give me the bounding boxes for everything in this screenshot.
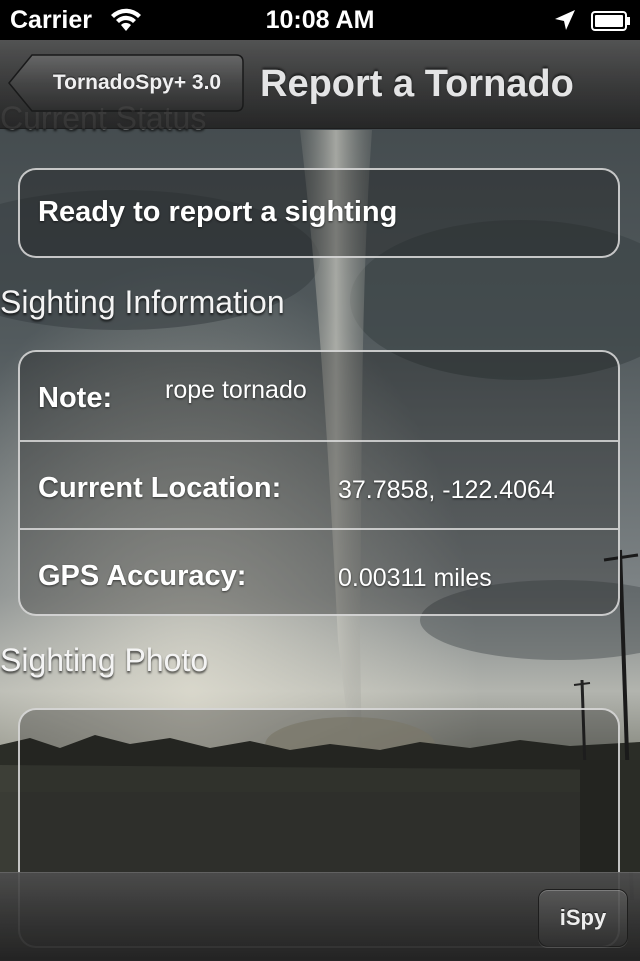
status-bar: Carrier 10:08 AM — [0, 0, 640, 40]
note-field[interactable]: rope tornado — [165, 376, 307, 405]
status-message: Ready to report a sighting — [38, 196, 398, 228]
back-button[interactable]: TornadoSpy+ 3.0 — [8, 54, 244, 112]
note-row[interactable]: Note: rope tornado — [20, 352, 618, 440]
section-header-sighting-photo: Sighting Photo — [0, 642, 209, 678]
navigation-bar: TornadoSpy+ 3.0 Report a Tornado — [0, 40, 640, 129]
section-header-sighting-information: Sighting Information — [0, 284, 285, 320]
gps-accuracy-value: 0.00311 miles — [338, 564, 492, 592]
current-location-row: Current Location: 37.7858, -122.4064 — [20, 440, 618, 528]
location-arrow-icon — [553, 8, 577, 39]
clock: 10:08 AM — [265, 6, 375, 34]
sighting-information-group: Note: rope tornado Current Location: 37.… — [18, 350, 620, 616]
gps-accuracy-label: GPS Accuracy: — [38, 560, 247, 592]
note-label: Note: — [38, 382, 113, 414]
bottom-toolbar: iSpy — [0, 872, 640, 961]
ispy-button[interactable]: iSpy — [538, 889, 628, 947]
battery-icon — [591, 9, 630, 31]
report-form: Current Status Ready to report a sightin… — [0, 0, 640, 960]
current-location-label: Current Location: — [38, 472, 282, 504]
page-title: Report a Tornado — [260, 63, 574, 105]
gps-accuracy-row: GPS Accuracy: 0.00311 miles — [20, 528, 618, 614]
current-status-group: Ready to report a sighting — [18, 168, 620, 258]
back-button-label: TornadoSpy+ 3.0 — [52, 71, 222, 94]
current-location-value: 37.7858, -122.4064 — [338, 476, 555, 504]
